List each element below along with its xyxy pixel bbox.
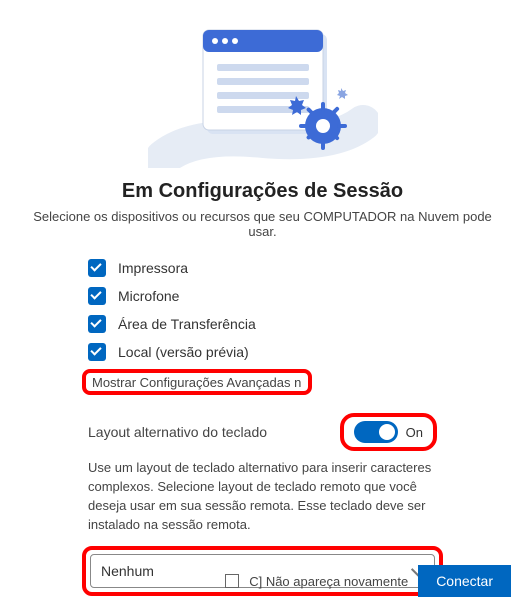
dont-show-again-checkbox[interactable] <box>225 574 239 588</box>
checkbox-microphone[interactable] <box>88 287 106 305</box>
device-options: Impressora Microfone Área de Transferênc… <box>88 259 503 361</box>
checkbox-printer[interactable] <box>88 259 106 277</box>
label-location: Local (versão prévia) <box>118 344 249 360</box>
show-advanced-settings-label: Mostrar Configurações Avançadas n <box>92 375 301 390</box>
alt-keyboard-toggle-highlight: On <box>340 413 437 451</box>
connect-button[interactable]: Conectar <box>418 565 511 597</box>
option-microphone[interactable]: Microfone <box>88 287 503 305</box>
label-printer: Impressora <box>118 260 188 276</box>
label-clipboard: Área de Transferência <box>118 316 256 332</box>
option-clipboard[interactable]: Área de Transferência <box>88 315 503 333</box>
label-microphone: Microfone <box>118 288 179 304</box>
alt-keyboard-label: Layout alternativo do teclado <box>88 424 267 440</box>
page-subtitle: Selecione os dispositivos ou recursos qu… <box>22 209 503 239</box>
option-printer[interactable]: Impressora <box>88 259 503 277</box>
session-settings-illustration <box>22 18 503 168</box>
page-title: Em Configurações de Sessão <box>22 180 503 203</box>
alt-keyboard-toggle[interactable] <box>354 421 398 443</box>
alt-keyboard-toggle-state: On <box>406 425 423 440</box>
alt-keyboard-description: Use um layout de teclado alternativo par… <box>88 459 437 534</box>
show-advanced-settings-link[interactable]: Mostrar Configurações Avançadas n <box>82 369 312 395</box>
checkbox-clipboard[interactable] <box>88 315 106 333</box>
dont-show-again-label: C] Não apareça novamente <box>249 574 408 589</box>
keyboard-layout-selected: Nenhum <box>101 563 154 579</box>
option-location[interactable]: Local (versão prévia) <box>88 343 503 361</box>
checkbox-location[interactable] <box>88 343 106 361</box>
